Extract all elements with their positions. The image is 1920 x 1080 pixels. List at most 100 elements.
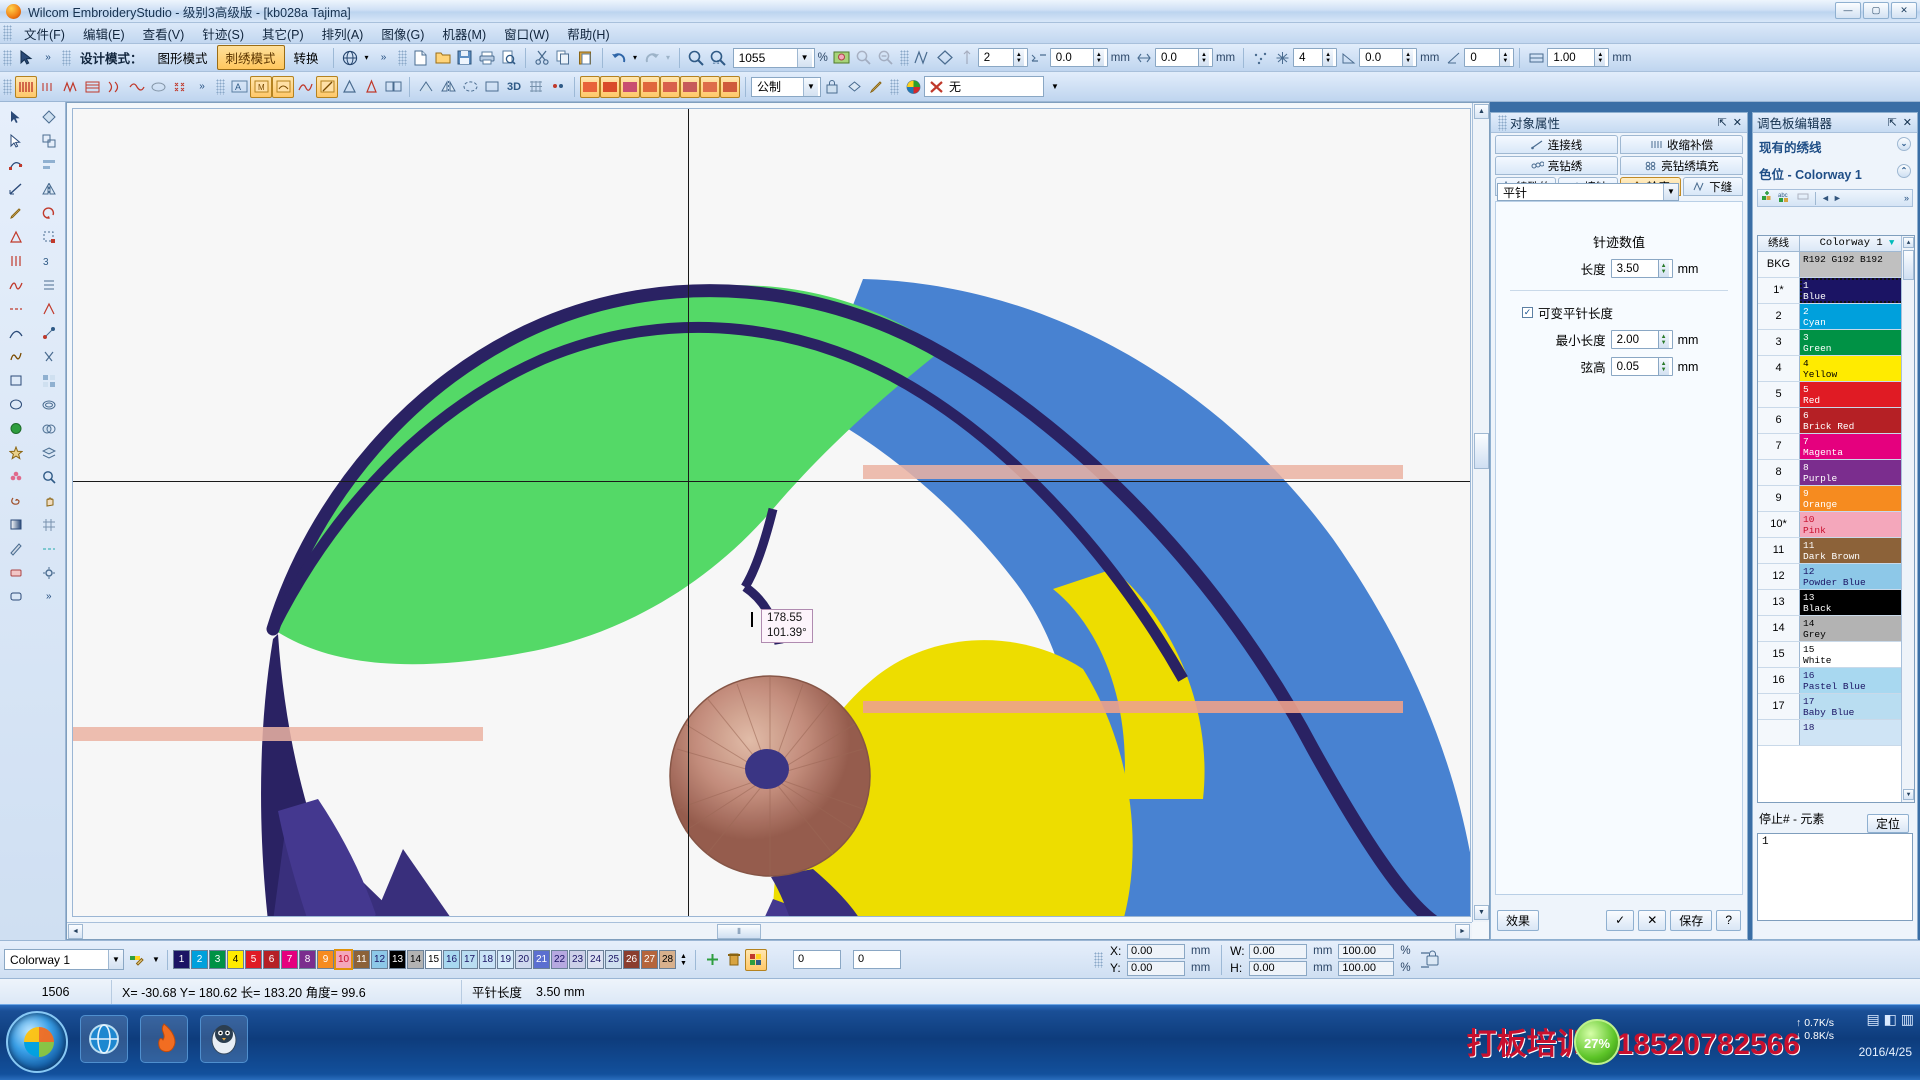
length-input[interactable]: 3.50 ▲ ▼: [1610, 259, 1673, 278]
w-percent[interactable]: 100.00: [1338, 943, 1395, 959]
color-thread-4-icon[interactable]: [640, 75, 660, 98]
color-swatch[interactable]: 7: [281, 950, 298, 969]
color-swatch[interactable]: 8: [299, 950, 316, 969]
palette-row-swatch[interactable]: 16 Pastel Blue: [1800, 668, 1914, 693]
palette-row-swatch[interactable]: 15 White: [1800, 642, 1914, 667]
color-swatch[interactable]: 28: [659, 950, 676, 969]
tool-grid-snap-icon[interactable]: [35, 513, 63, 536]
toolbar-grip-4[interactable]: [899, 49, 909, 66]
palette-row-swatch[interactable]: 12 Powder Blue: [1800, 564, 1914, 589]
convert-mode-button[interactable]: 转换: [285, 45, 328, 70]
x-value[interactable]: 0.00: [1127, 943, 1185, 959]
tool-knife-icon[interactable]: [2, 537, 30, 560]
stop-list[interactable]: 1: [1757, 833, 1913, 921]
no-thread-field[interactable]: 无: [924, 76, 1044, 97]
palette-scrollbar[interactable]: ▲ ▼: [1901, 236, 1914, 802]
stop-list-item[interactable]: 1: [1762, 836, 1908, 848]
tool-circle-fill-icon[interactable]: [2, 417, 30, 440]
tool-guides-icon[interactable]: [35, 537, 63, 560]
color-swatch[interactable]: 9: [317, 950, 334, 969]
min-length-spin-arrows-icon[interactable]: ▲ ▼: [1657, 331, 1669, 348]
chord-height-input[interactable]: 0.05 ▲ ▼: [1610, 357, 1673, 376]
locate-button[interactable]: 定位: [1866, 814, 1909, 833]
color-thread-5-icon[interactable]: [660, 75, 680, 98]
thread-dropdown-icon[interactable]: ▼: [1044, 76, 1066, 98]
palette-color-grid[interactable]: 绣线 Colorway 1 ▼ BKG R192 G192 B192 1* 1 Blue…: [1757, 235, 1915, 803]
toolbar-overflow-2-icon[interactable]: »: [373, 47, 395, 69]
tool-freehand-icon[interactable]: [2, 345, 30, 368]
tool-select-icon[interactable]: [2, 105, 30, 128]
palette-row-swatch[interactable]: 3 Green: [1800, 330, 1914, 355]
color-swatch[interactable]: 21: [533, 950, 550, 969]
coordinates-grip[interactable]: [1094, 951, 1103, 968]
lock-layer-icon[interactable]: [821, 76, 843, 98]
palette-scroll-thumb[interactable]: [1903, 250, 1914, 280]
tool-pattern-icon[interactable]: [35, 369, 63, 392]
color-thread-3-icon[interactable]: [620, 75, 640, 98]
field-b-input[interactable]: 0: [853, 950, 901, 969]
effect-button[interactable]: 效果: [1497, 909, 1540, 931]
colorway-section[interactable]: ⌃ 色位 - Colorway 1: [1753, 160, 1917, 187]
palette-row[interactable]: 8 8 Purple: [1758, 460, 1914, 486]
contour-fill-icon[interactable]: [125, 76, 147, 98]
design-canvas-area[interactable]: 178.55 101.39° ▲ ▼ ◄ ⦀ ►: [66, 102, 1490, 940]
copy-icon[interactable]: [553, 47, 575, 69]
undo-icon[interactable]: [608, 47, 630, 69]
palette-row-swatch[interactable]: 5 Red: [1800, 382, 1914, 407]
color-swatch-row[interactable]: 1 2 3 4 5 6 7 8 9 10 11 12 13 14 15 16 17 18 19 20 21 22 23 24 2…: [173, 949, 677, 970]
tool-rounded-rect-icon[interactable]: [2, 585, 30, 608]
start-button[interactable]: [6, 1011, 68, 1073]
triangle-tool-icon[interactable]: [338, 76, 360, 98]
palette-row-swatch[interactable]: 10 Pink: [1800, 512, 1914, 537]
variable-length-checkbox[interactable]: ✓: [1522, 307, 1533, 318]
zoom-1to1-icon[interactable]: 1:1: [707, 47, 729, 69]
colorway-menu-icon[interactable]: ▼: [150, 949, 162, 971]
stitch-type-combo[interactable]: 平针 ▼: [1497, 183, 1679, 201]
cut-icon[interactable]: [531, 47, 553, 69]
menu-other[interactable]: 其它(P): [253, 22, 313, 45]
vertical-scroll-thumb[interactable]: [1474, 433, 1489, 469]
palette-row[interactable]: 7 7 Magenta: [1758, 434, 1914, 460]
fill-pattern-icon[interactable]: [81, 76, 103, 98]
cross-stitch-icon[interactable]: [169, 76, 191, 98]
stitch-type-dropdown-arrow-icon[interactable]: ▼: [1663, 184, 1678, 200]
tool-ellipse-icon[interactable]: [2, 393, 30, 416]
tool-eraser-icon[interactable]: [2, 561, 30, 584]
existing-threads-section[interactable]: ⌄ 现有的绣线: [1753, 133, 1917, 160]
color-swatch[interactable]: 12: [371, 950, 388, 969]
field-angle-arrows-icon[interactable]: ▲ ▼: [1402, 49, 1414, 66]
color-thread-2-icon[interactable]: [600, 75, 620, 98]
length-spin-arrows-icon[interactable]: ▲ ▼: [1657, 260, 1669, 277]
color-swatch[interactable]: 18: [479, 950, 496, 969]
tool-blend-icon[interactable]: [35, 417, 63, 440]
globe-icon[interactable]: [339, 47, 361, 69]
swatch-scroll-icon[interactable]: ▲ ▼: [677, 949, 690, 971]
color-swatch[interactable]: 5: [245, 950, 262, 969]
save-button[interactable]: 保存: [1670, 909, 1713, 931]
tool-align-icon[interactable]: [35, 153, 63, 176]
zoom-dropdown-arrow-icon[interactable]: ▼: [796, 48, 812, 67]
color-swatch[interactable]: 17: [461, 950, 478, 969]
lettering-icon[interactable]: A: [228, 76, 250, 98]
cone-tool-icon[interactable]: [360, 76, 382, 98]
scroll-down-button[interactable]: ▼: [1474, 905, 1489, 920]
remove-color-icon[interactable]: [1796, 190, 1810, 206]
scroll-right-button[interactable]: ►: [1455, 924, 1470, 939]
stitch-angle-icon[interactable]: [912, 47, 934, 69]
design-canvas[interactable]: 178.55 101.39°: [72, 108, 1471, 917]
pencil-tool-icon[interactable]: [865, 76, 887, 98]
undo-dropdown-icon[interactable]: ▾: [630, 47, 641, 69]
scroll-left-button[interactable]: ◄: [68, 924, 83, 939]
palette-close-icon[interactable]: ✕: [1903, 116, 1912, 129]
toolbar2-grip-1[interactable]: [3, 78, 12, 95]
field-angle-spin[interactable]: 0.0 ▲ ▼: [1359, 48, 1418, 67]
colorway-edit-icon[interactable]: [126, 949, 148, 971]
tool-pan-icon[interactable]: [35, 489, 63, 512]
appliqué-icon[interactable]: [272, 75, 294, 98]
tool-connector-icon[interactable]: [35, 321, 63, 344]
motif-fill-icon[interactable]: [382, 76, 404, 98]
palette-row[interactable]: 2 2 Cyan: [1758, 304, 1914, 330]
tab-pull-compensation[interactable]: 收缩补偿: [1620, 135, 1743, 154]
palette-row[interactable]: 16 16 Pastel Blue: [1758, 668, 1914, 694]
tool-spiral-icon[interactable]: [2, 489, 30, 512]
